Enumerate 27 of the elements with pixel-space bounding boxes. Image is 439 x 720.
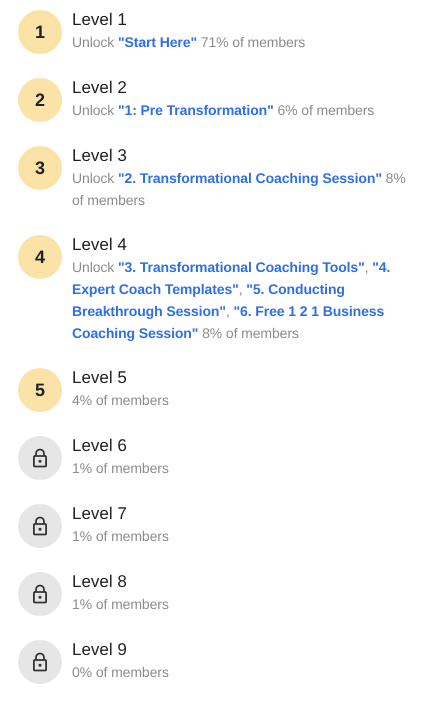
- level-description: Unlock "2. Transformational Coaching Session" 8% of members: [72, 169, 407, 210]
- level-title: Level 3: [72, 145, 128, 167]
- level-description: 4% of members: [72, 391, 170, 410]
- level-description: 0% of members: [72, 663, 170, 682]
- level-title: Level 4: [72, 234, 128, 256]
- level-title: Level 8: [72, 571, 128, 593]
- level-description: Unlock "Start Here" 71% of members: [72, 33, 306, 52]
- level-number-badge: 2: [18, 78, 62, 122]
- level-title: Level 2: [72, 77, 128, 99]
- level-number-badge: 1: [18, 10, 62, 54]
- level-title: Level 7: [72, 503, 128, 525]
- level-description: 1% of members: [72, 527, 170, 546]
- level-description: 1% of members: [72, 595, 170, 614]
- lock-icon: [32, 448, 48, 468]
- level-title: Level 6: [72, 435, 128, 457]
- level-title: Level 1: [72, 9, 128, 31]
- level-number-badge: 4: [18, 235, 62, 279]
- level-description: Unlock "3. Transformational Coaching Tools", "4. Expert Coach Templates", "5. Conducting Breakthrough Session", "6. Free 1 2 1 Business Coaching Session" 8% of members: [72, 258, 392, 343]
- level-number-badge: 3: [18, 146, 62, 190]
- level-number-badge: 5: [18, 368, 62, 412]
- level-description: Unlock "1: Pre Transformation" 6% of members: [72, 101, 376, 120]
- lock-icon: [32, 652, 48, 672]
- lock-icon: [32, 584, 48, 604]
- level-title: Level 9: [72, 639, 128, 661]
- level-description: 1% of members: [72, 459, 170, 478]
- lock-icon: [32, 516, 48, 536]
- level-title: Level 5: [72, 367, 128, 389]
